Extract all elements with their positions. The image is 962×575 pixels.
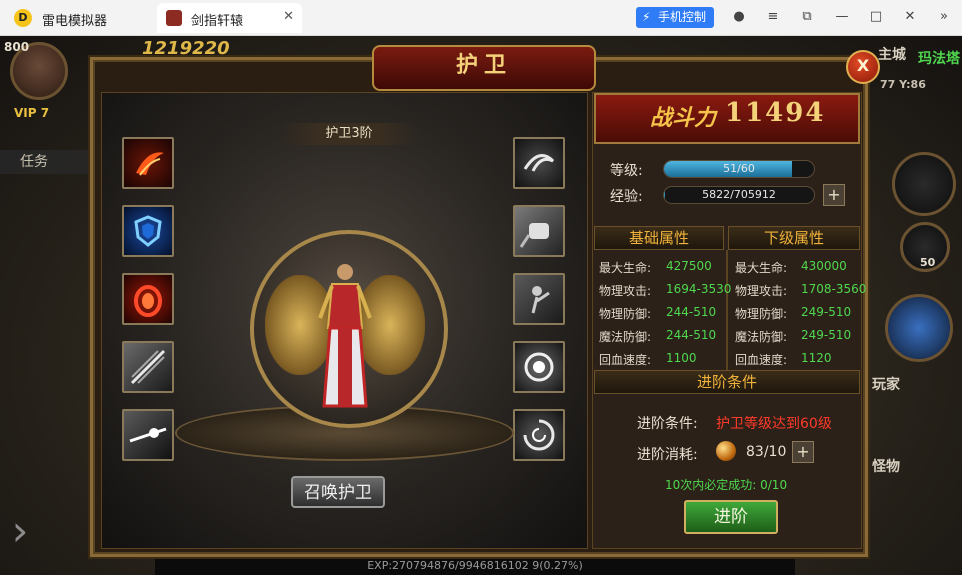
next-attr-value: 249-510 [801,305,852,319]
blade-storm-icon[interactable] [122,341,174,393]
basic-attr-value: 244-510 [666,328,717,342]
basic-attr-name: 魔法防御: [599,330,652,344]
warrior-strike-icon[interactable] [513,273,565,325]
emulator-app-name: 雷电模拟器 [42,14,108,29]
summon-guard-button[interactable]: 召唤护卫 [291,476,385,508]
advance-conditions-header: 进阶条件 [594,370,860,394]
energy-sphere-icon[interactable] [513,341,565,393]
next-level-attributes-header: 下级属性 [728,226,860,250]
game-tab-label: 剑指轩辕 [191,14,244,29]
restore-icon[interactable]: ⧉ [799,8,815,26]
advance-condition-label: 进阶条件: [637,416,698,432]
fire-slash-icon[interactable] [122,137,174,189]
minimize-icon[interactable]: — [834,8,850,26]
map-target[interactable]: 玛法塔 [918,48,960,68]
main-skill-button[interactable] [885,294,953,362]
game-tab-icon [166,10,182,26]
emulator-logo-icon: D [14,9,32,27]
level-value: 51/60 [723,162,755,175]
add-exp-button[interactable]: + [823,184,845,206]
level-badge: 800 [4,40,30,54]
power-fist-icon[interactable] [513,205,565,257]
basic-attr-value: 1100 [666,351,697,365]
exp-value: 5822/705912 [702,188,776,201]
next-attr-name: 物理攻击: [735,284,788,298]
advance-button[interactable]: 进阶 [684,500,778,534]
guard-character[interactable] [310,258,380,418]
combat-power-value: 11494 [725,98,826,128]
user-icon[interactable]: ● [731,8,747,26]
skill-slot-1[interactable] [892,152,956,216]
basic-attr-value: 244-510 [666,305,717,319]
menu-icon[interactable]: ≡ [765,8,781,26]
phone-control-label: 手机控制 [658,10,707,24]
guard-rank-title: 护卫3阶 [279,123,419,145]
next-attr-value: 1708-3560 [801,282,867,296]
emulator-titlebar: D 雷电模拟器 剑指轩辕 ✕ ⚡ 手机控制 ● ≡ ⧉ — □ ✕ » [0,0,962,36]
phone-control-button[interactable]: ⚡ 手机控制 [636,7,714,28]
advance-condition-value: 护卫等级达到60级 [716,416,832,432]
basic-attr-name: 最大生命: [599,261,652,275]
combat-power-label: 战斗力 [650,106,717,131]
ice-shield-icon[interactable] [122,205,174,257]
basic-attr-value: 1694-3530 [666,282,732,296]
total-combat-power: 1219220 [142,38,230,59]
advance-cost-label: 进阶消耗: [637,447,698,463]
next-attr-name: 回血速度: [735,353,788,367]
tab-close-icon[interactable]: ✕ [283,9,294,24]
task-tab[interactable]: 任务 [0,150,90,174]
flame-guard-icon[interactable] [122,273,174,325]
next-attr-name: 魔法防御: [735,330,788,344]
maximize-icon[interactable]: □ [868,8,884,26]
spin-vortex-icon[interactable] [513,409,565,461]
advance-cost-value: 83/10 [746,444,787,460]
exp-bar: EXP:270794876/9946816102 9(0.27%) [155,557,795,575]
next-attr-name: 物理防御: [735,307,788,321]
advance-stone-icon [716,441,736,461]
close-icon[interactable]: ✕ [902,8,918,26]
basic-attr-name: 物理防御: [599,307,652,321]
panel-close-button[interactable]: X [846,50,880,84]
expand-icon[interactable]: » [936,8,952,26]
target-player-label[interactable]: 玩家 [872,374,900,394]
next-attr-value: 430000 [801,259,847,273]
level-label: 等级: [610,163,643,179]
item-count: 50 [920,256,936,269]
basic-attr-value: 427500 [666,259,712,273]
attributes-divider [726,250,728,370]
basic-attr-name: 回血速度: [599,353,652,367]
light-strike-icon[interactable] [122,409,174,461]
whirlwind-icon[interactable] [513,137,565,189]
page-title: 护卫 [372,45,596,91]
next-attr-value: 1120 [801,351,832,365]
map-name: 主城 [878,47,906,63]
basic-attr-name: 物理攻击: [599,284,652,298]
game-tab[interactable]: 剑指轩辕 ✕ [157,3,302,33]
bolt-icon: ⚡ [642,10,651,24]
target-monster-label[interactable]: 怪物 [872,456,900,476]
add-stone-button[interactable]: + [792,441,814,463]
guarantee-text: 10次内必定成功: 0/10 [665,478,788,492]
next-attr-name: 最大生命: [735,261,788,275]
map-coords: 77 Y:86 [880,78,926,91]
expand-left-arrow-icon[interactable]: › [0,491,40,571]
exp-label: 经验: [610,189,643,205]
exp-progress-bar: 5822/705912 [663,186,815,204]
next-attr-value: 249-510 [801,328,852,342]
vip-badge[interactable]: VIP 7 [14,106,49,120]
level-progress-bar: 51/60 [663,160,815,178]
basic-attributes-header: 基础属性 [594,226,724,250]
